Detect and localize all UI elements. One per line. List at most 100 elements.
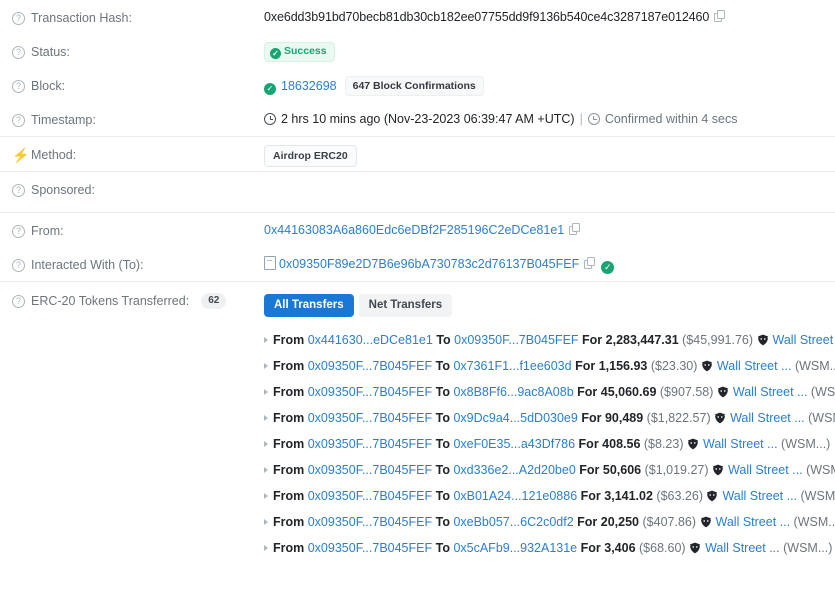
transfer-to-address[interactable]: 0x7361F1...f1ee603d: [453, 359, 571, 373]
label-text: Interacted With (To):: [31, 256, 144, 274]
transfer-usd-value: ($8.23): [644, 437, 684, 451]
from-address-link[interactable]: 0x44163083A6a860Edc6eDBf2F285196C2eDCe81…: [264, 223, 564, 237]
transfer-from-label: From: [273, 385, 304, 399]
transfer-for-label: For: [577, 385, 597, 399]
copy-icon[interactable]: [569, 223, 580, 235]
transfer-for-label: For: [582, 333, 602, 347]
expand-caret-icon[interactable]: [264, 545, 268, 551]
help-icon[interactable]: ?: [12, 225, 25, 238]
expand-caret-icon[interactable]: [264, 493, 268, 499]
help-icon[interactable]: ?: [12, 259, 25, 272]
transfer-token-name[interactable]: Wall Street ...: [717, 359, 792, 373]
help-icon[interactable]: ?: [12, 80, 25, 93]
expand-caret-icon[interactable]: [264, 415, 268, 421]
row-block: ? Block: ✓18632698647 Block Confirmation…: [0, 68, 835, 102]
transfer-to-address[interactable]: 0x09350F...7B045FEF: [454, 333, 578, 347]
transfer-to-label: To: [436, 515, 450, 529]
label-block: ? Block:: [12, 68, 264, 95]
transfer-from-label: From: [273, 463, 304, 477]
transfer-row: From 0x09350F...7B045FEF To 0xeF0E35...a…: [264, 431, 835, 457]
clock-icon: [264, 113, 276, 125]
transfer-token-name[interactable]: Wall Street ...: [705, 541, 780, 555]
transfer-usd-value: ($45,991.76): [682, 333, 753, 347]
transfer-token-symbol: (WSM...): [801, 489, 835, 503]
check-icon: ✓: [270, 48, 281, 59]
transfer-from-address[interactable]: 0x09350F...7B045FEF: [308, 359, 432, 373]
expand-caret-icon[interactable]: [264, 519, 268, 525]
label-transaction-hash: ? Transaction Hash:: [12, 0, 264, 27]
transfer-from-label: From: [273, 437, 304, 451]
row-sponsored: ? Sponsored:: [0, 172, 835, 212]
transfer-list: From 0x441630...eDCe81e1 To 0x09350F...7…: [264, 317, 835, 561]
transfer-to-address[interactable]: 0xeBb057...6C2c0df2: [453, 515, 573, 529]
method-badge[interactable]: Airdrop ERC20: [264, 145, 357, 167]
expand-caret-icon[interactable]: [264, 441, 268, 447]
transfer-to-address[interactable]: 0x8B8Ff6...9ac8A08b: [453, 385, 573, 399]
transfer-from-label: From: [273, 541, 304, 555]
transfer-from-address[interactable]: 0x441630...eDCe81e1: [308, 333, 433, 347]
transfer-to-address[interactable]: 0xeF0E35...a43Df786: [453, 437, 575, 451]
status-badge: ✓Success: [264, 42, 335, 62]
transfer-from-address[interactable]: 0x09350F...7B045FEF: [308, 463, 432, 477]
transfer-tabs: All Transfers Net Transfers: [264, 290, 835, 317]
to-address-link[interactable]: 0x09350F89e2D7B6e96bA730783c2d76137B045F…: [279, 257, 579, 271]
transfer-token-name[interactable]: Wall Street ...: [728, 463, 803, 477]
transfer-row: From 0x441630...eDCe81e1 To 0x09350F...7…: [264, 327, 835, 353]
expand-caret-icon[interactable]: [264, 389, 268, 395]
help-icon[interactable]: ?: [12, 12, 25, 25]
help-icon[interactable]: ?: [12, 184, 25, 197]
copy-icon[interactable]: [714, 10, 725, 22]
contract-icon: [264, 256, 276, 270]
transfer-to-address[interactable]: 0xd336e2...A2d20be0: [453, 463, 575, 477]
transfer-amount: 3,406: [604, 541, 635, 555]
transfer-from-address[interactable]: 0x09350F...7B045FEF: [308, 541, 432, 555]
transfer-token-name[interactable]: Wall Street ...: [722, 489, 797, 503]
transfer-to-address[interactable]: 0x5cAFb9...932A131e: [453, 541, 577, 555]
label-from: ? From:: [12, 213, 264, 240]
expand-caret-icon[interactable]: [264, 467, 268, 473]
help-icon[interactable]: ?: [12, 46, 25, 59]
transfer-for-label: For: [579, 463, 599, 477]
transfer-from-address[interactable]: 0x09350F...7B045FEF: [308, 411, 432, 425]
help-icon[interactable]: ?: [12, 114, 25, 127]
expand-caret-icon[interactable]: [264, 337, 268, 343]
transfer-from-address[interactable]: 0x09350F...7B045FEF: [308, 515, 432, 529]
token-logo-icon: [706, 490, 718, 502]
token-logo-icon: [687, 438, 699, 450]
transfer-to-label: To: [436, 411, 450, 425]
transfer-from-address[interactable]: 0x09350F...7B045FEF: [308, 385, 432, 399]
block-number-link[interactable]: 18632698: [281, 79, 337, 93]
tab-all-transfers[interactable]: All Transfers: [264, 294, 354, 317]
transfer-usd-value: ($1,822.57): [647, 411, 711, 425]
transfer-to-address[interactable]: 0xB01A24...121e0886: [453, 489, 577, 503]
transfer-from-address[interactable]: 0x09350F...7B045FEF: [308, 489, 432, 503]
transfer-from-address[interactable]: 0x09350F...7B045FEF: [308, 437, 432, 451]
tab-net-transfers[interactable]: Net Transfers: [359, 294, 453, 317]
transfer-amount: 408.56: [602, 437, 640, 451]
transfer-token-name[interactable]: Wall Street ...: [703, 437, 778, 451]
row-erc20-transfers: ? ERC-20 Tokens Transferred: 62 All Tran…: [0, 282, 835, 561]
transfer-token-name[interactable]: Wall Street ...: [716, 515, 791, 529]
expand-caret-icon[interactable]: [264, 363, 268, 369]
timestamp-text: 2 hrs 10 mins ago (Nov-23-2023 06:39:47 …: [281, 112, 575, 126]
transfer-to-address[interactable]: 0x9Dc9a4...5dD030e9: [453, 411, 577, 425]
bolt-icon: ⚡: [12, 148, 25, 162]
copy-icon[interactable]: [584, 257, 595, 269]
transfer-token-name[interactable]: Wall Street ...: [733, 385, 808, 399]
transfer-from-label: From: [273, 359, 304, 373]
transfer-amount: 45,060.69: [601, 385, 657, 399]
transfer-row: From 0x09350F...7B045FEF To 0x9Dc9a4...5…: [264, 405, 835, 431]
value-from: 0x44163083A6a860Edc6eDBf2F285196C2eDCe81…: [264, 213, 823, 240]
transfer-row: From 0x09350F...7B045FEF To 0x8B8Ff6...9…: [264, 379, 835, 405]
label-text: Transaction Hash:: [31, 9, 132, 27]
token-logo-icon: [689, 542, 701, 554]
transfer-from-label: From: [273, 489, 304, 503]
transfer-token-name[interactable]: Wall Street ...: [773, 333, 835, 347]
transfer-to-label: To: [436, 385, 450, 399]
row-status: ? Status: ✓Success: [0, 34, 835, 68]
transaction-details-panel: ? Transaction Hash: 0xe6dd3b91bd70becb81…: [0, 0, 835, 561]
transfer-row: From 0x09350F...7B045FEF To 0xB01A24...1…: [264, 483, 835, 509]
help-icon[interactable]: ?: [12, 295, 25, 308]
transfer-token-name[interactable]: Wall Street ...: [730, 411, 805, 425]
token-logo-icon: [712, 464, 724, 476]
